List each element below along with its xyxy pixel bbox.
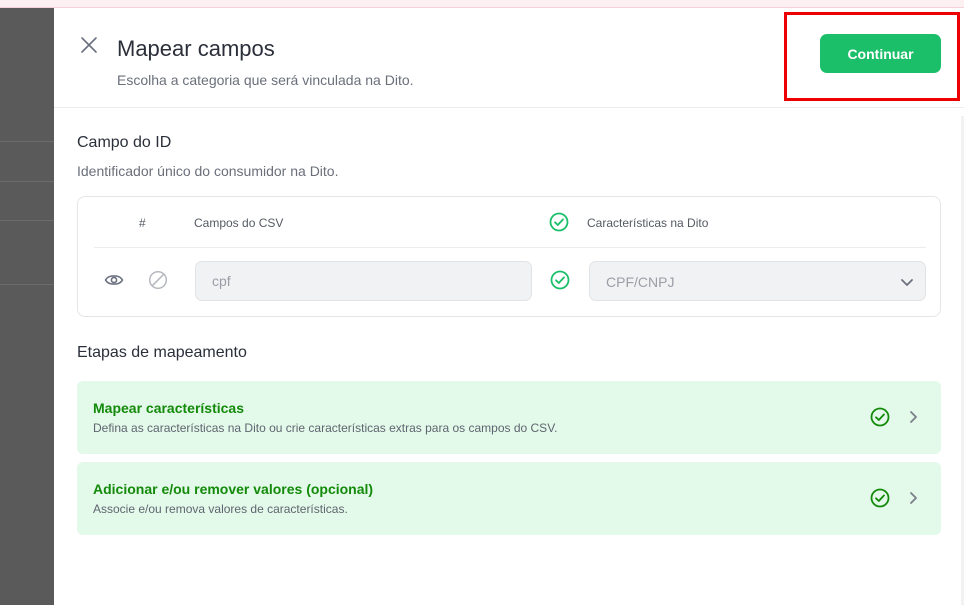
backdrop-divider — [0, 220, 54, 221]
chevron-right-icon[interactable] — [907, 409, 921, 430]
backdrop-divider — [0, 284, 54, 285]
continue-button[interactable]: Continuar — [820, 34, 941, 73]
backdrop-divider — [0, 141, 54, 142]
check-circle-icon — [870, 407, 890, 432]
id-section-description: Identificador único do consumidor na Dit… — [77, 163, 339, 179]
chevron-right-icon[interactable] — [907, 490, 921, 511]
check-circle-icon — [550, 270, 570, 295]
column-header-csv: Campos do CSV — [194, 216, 284, 230]
step-title: Adicionar e/ou remover valores (opcional… — [93, 481, 374, 497]
background-page-strip — [0, 0, 964, 8]
check-circle-icon — [549, 212, 569, 237]
step-description: Defina as características na Dito ou cri… — [93, 421, 558, 435]
dito-characteristic-select[interactable]: CPF/CNPJ — [589, 261, 926, 301]
table-divider — [94, 247, 926, 248]
step-description: Associe e/ou remova valores de caracterí… — [93, 502, 348, 516]
chevron-down-icon — [899, 274, 915, 295]
drawer-header: Mapear campos Escolha a categoria que se… — [54, 8, 964, 108]
id-section-title: Campo do ID — [77, 134, 172, 151]
page-subtitle: Escolha a categoria que será vinculada n… — [117, 72, 414, 88]
check-circle-icon — [870, 488, 890, 513]
column-header-index: # — [139, 216, 146, 230]
column-header-dito: Características na Dito — [587, 216, 709, 230]
step-title: Mapear características — [93, 400, 244, 416]
step-card-add-remove-values[interactable]: Adicionar e/ou remover valores (opcional… — [77, 462, 941, 535]
page-title: Mapear campos — [117, 36, 275, 61]
mapping-drawer: Mapear campos Escolha a categoria que se… — [54, 8, 964, 605]
modal-backdrop[interactable] — [0, 8, 54, 605]
backdrop-divider — [0, 181, 54, 182]
step-card-map-characteristics[interactable]: Mapear características Defina as caracte… — [77, 381, 941, 454]
block-icon[interactable] — [148, 270, 168, 295]
select-value: CPF/CNPJ — [606, 274, 675, 290]
steps-section-title: Etapas de mapeamento — [77, 344, 247, 361]
id-mapping-card: # Campos do CSV Características na Dito — [77, 196, 941, 317]
close-icon[interactable] — [78, 34, 100, 56]
eye-icon[interactable] — [104, 272, 124, 293]
csv-field-input[interactable] — [195, 261, 532, 301]
